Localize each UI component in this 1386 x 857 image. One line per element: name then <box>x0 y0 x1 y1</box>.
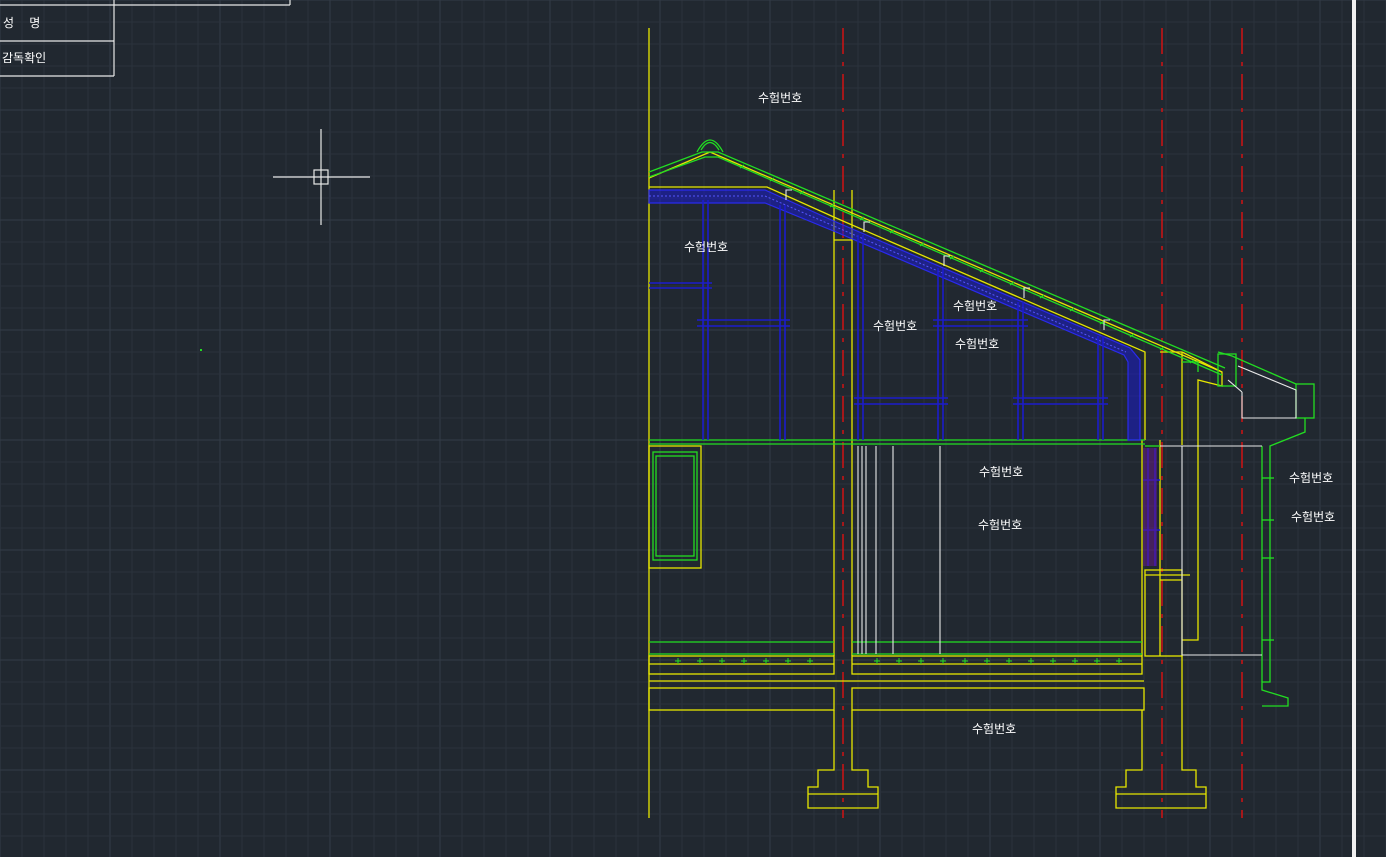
drawing-labels: 수험번호 수험번호 수험번호 수험번호 수험번호 수험번호 수험번호 수험번호 … <box>684 91 1335 736</box>
label-attic-left: 수험번호 <box>684 240 728 254</box>
label-attic-right-1: 수험번호 <box>953 299 997 313</box>
drawing-canvas[interactable]: 성 명 감독확인 수험번호 수험번호 수험번호 수험번호 수험번호 수험번호 수… <box>0 0 1386 857</box>
label-ridge: 수험번호 <box>758 91 802 105</box>
label-room-2: 수험번호 <box>978 518 1022 532</box>
crosshair-cursor-icon <box>273 129 370 225</box>
label-room-1: 수험번호 <box>979 465 1023 479</box>
label-foundation: 수험번호 <box>972 722 1016 736</box>
title-block-supervisor-label: 감독확인 <box>2 51 46 65</box>
label-eave-1: 수험번호 <box>1289 471 1333 485</box>
title-block-name-label: 성 명 <box>3 16 40 30</box>
label-eave-2: 수험번호 <box>1291 510 1335 524</box>
background-grid <box>0 0 1386 857</box>
label-attic-mid: 수험번호 <box>873 319 917 333</box>
label-attic-right-2: 수험번호 <box>955 337 999 351</box>
stray-point <box>200 349 202 351</box>
structure-green <box>648 139 1315 707</box>
viewport-border <box>1352 0 1356 857</box>
